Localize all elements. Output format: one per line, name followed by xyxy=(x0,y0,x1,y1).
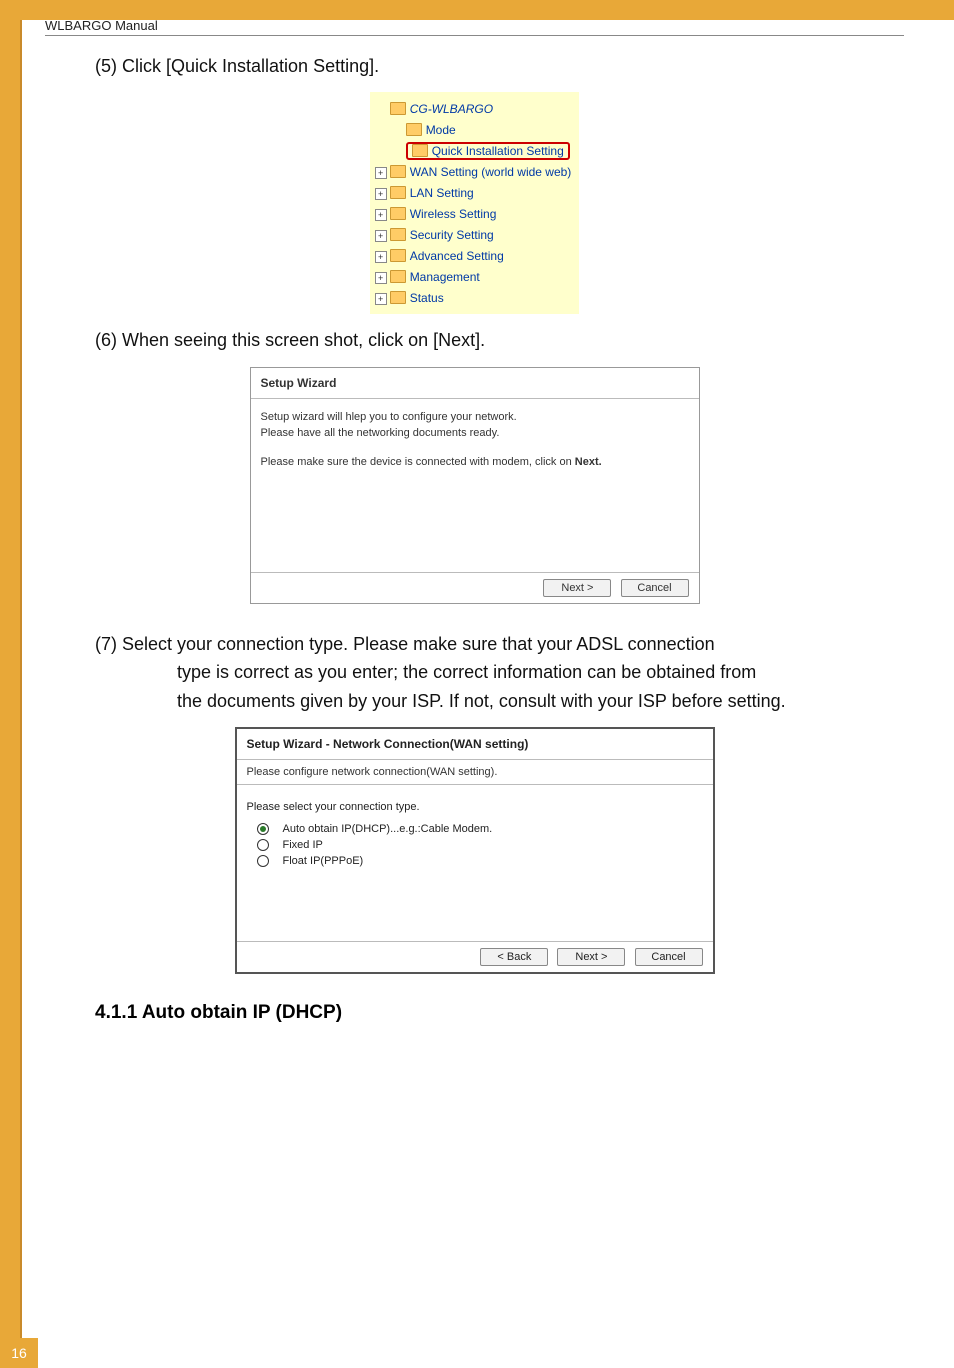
page-number: 16 xyxy=(0,1338,38,1368)
